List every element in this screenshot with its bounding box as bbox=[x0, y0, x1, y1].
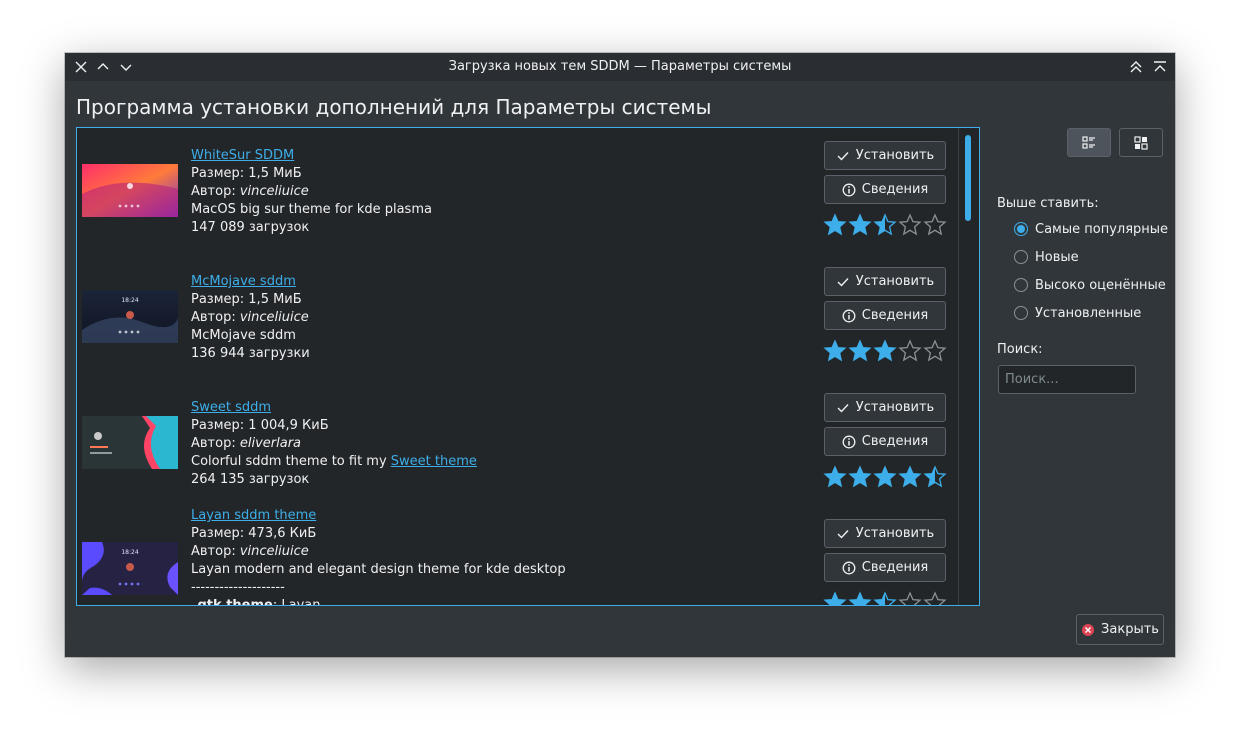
star-filled-icon bbox=[873, 339, 897, 362]
details-button[interactable]: Сведения bbox=[824, 301, 946, 330]
keep-above-icon[interactable] bbox=[1128, 59, 1144, 75]
star-empty-icon bbox=[923, 339, 947, 362]
radio-button[interactable] bbox=[1014, 306, 1028, 320]
info-icon bbox=[842, 309, 856, 322]
addon-extra: _gtk theme: Layan bbox=[191, 598, 321, 606]
details-button[interactable]: Сведения bbox=[824, 553, 946, 582]
install-button[interactable]: Установить bbox=[824, 141, 946, 170]
addon-downloads: 147 089 загрузок bbox=[191, 220, 310, 235]
info-icon bbox=[842, 561, 856, 574]
radio-button[interactable] bbox=[1014, 250, 1028, 264]
star-filled-icon bbox=[873, 465, 897, 488]
info-icon bbox=[842, 435, 856, 448]
window-title: Загрузка новых тем SDDM — Параметры сист… bbox=[448, 59, 792, 74]
star-filled-icon bbox=[848, 213, 872, 236]
addon-size: Размер: 473,6 КиБ bbox=[191, 526, 317, 541]
radio-button[interactable] bbox=[1014, 278, 1028, 292]
check-icon bbox=[837, 277, 849, 287]
sweet-theme-link[interactable]: Sweet theme bbox=[391, 454, 477, 469]
addon-description: McMojave sddm bbox=[191, 328, 296, 343]
details-button[interactable]: Сведения bbox=[824, 175, 946, 204]
star-filled-icon bbox=[898, 465, 922, 488]
addon-title-link[interactable]: Layan sddm theme bbox=[191, 508, 316, 523]
addon-size: Размер: 1,5 МиБ bbox=[191, 292, 302, 307]
title-bar: Загрузка новых тем SDDM — Параметры сист… bbox=[65, 53, 1175, 81]
star-filled-icon bbox=[823, 465, 847, 488]
addon-separator: -------------------- bbox=[191, 580, 285, 595]
install-button[interactable]: Установить bbox=[824, 267, 946, 296]
addon-title-link[interactable]: WhiteSur SDDM bbox=[191, 148, 294, 163]
addon-size: Размер: 1 004,9 КиБ bbox=[191, 418, 329, 433]
close-circle-icon bbox=[1082, 623, 1095, 636]
sort-option-newest[interactable]: Новые bbox=[1014, 248, 1079, 266]
close-button[interactable]: Закрыть bbox=[1076, 614, 1164, 645]
addon-author: Автор: eliverlara bbox=[191, 436, 302, 451]
star-empty-icon bbox=[898, 339, 922, 362]
star-empty-icon bbox=[898, 591, 922, 605]
preview-thumbnail[interactable]: 18:24 bbox=[82, 290, 178, 343]
addon-installer-window: Загрузка новых тем SDDM — Параметры сист… bbox=[65, 53, 1175, 657]
addon-title-link[interactable]: McMojave sddm bbox=[191, 274, 296, 289]
star-filled-icon bbox=[848, 339, 872, 362]
install-button[interactable]: Установить bbox=[824, 519, 946, 548]
radio-button[interactable] bbox=[1014, 222, 1028, 236]
sort-option-installed[interactable]: Установленные bbox=[1014, 304, 1141, 322]
addon-description: MacOS big sur theme for kde plasma bbox=[191, 202, 432, 217]
shade-icon[interactable] bbox=[1152, 59, 1168, 75]
details-button[interactable]: Сведения bbox=[824, 427, 946, 456]
star-filled-icon bbox=[848, 591, 872, 605]
rating-stars[interactable] bbox=[823, 591, 947, 605]
install-button[interactable]: Установить bbox=[824, 393, 946, 422]
list-item: Sweet sddm Размер: 1 004,9 КиБ Автор: el… bbox=[77, 380, 957, 506]
star-filled-icon bbox=[823, 213, 847, 236]
addon-title-link[interactable]: Sweet sddm bbox=[191, 400, 271, 415]
list-item: 18:24 Layan sddm theme Размер: 473,6 КиБ… bbox=[77, 506, 957, 606]
check-icon bbox=[837, 403, 849, 413]
sort-label: Выше ставить: bbox=[997, 196, 1099, 211]
list-item: 18:24 McMojave sddm Размер: 1,5 МиБ Авто… bbox=[77, 254, 957, 380]
star-empty-icon bbox=[923, 213, 947, 236]
list-scrollbar[interactable] bbox=[958, 128, 979, 605]
star-half-icon bbox=[873, 213, 897, 236]
addon-downloads: 264 135 загрузок bbox=[191, 472, 310, 487]
list-view-icon bbox=[1082, 135, 1095, 149]
star-half-icon bbox=[923, 465, 947, 488]
addon-list[interactable]: WhiteSur SDDM Размер: 1,5 МиБ Автор: vin… bbox=[76, 127, 980, 606]
addon-size: Размер: 1,5 МиБ bbox=[191, 166, 302, 181]
search-label: Поиск: bbox=[997, 342, 1043, 357]
list-item: WhiteSur SDDM Размер: 1,5 МиБ Автор: vin… bbox=[77, 128, 957, 254]
rating-stars[interactable] bbox=[823, 213, 947, 237]
scrollbar-thumb[interactable] bbox=[965, 135, 971, 221]
sort-option-top-rated[interactable]: Высоко оценённые bbox=[1014, 276, 1166, 294]
rating-stars[interactable] bbox=[823, 339, 947, 363]
list-view-button[interactable] bbox=[1067, 128, 1111, 157]
check-icon bbox=[837, 529, 849, 539]
grid-view-button[interactable] bbox=[1119, 128, 1163, 157]
addon-author: Автор: vinceliuice bbox=[191, 310, 309, 325]
preview-thumbnail[interactable]: 18:24 bbox=[82, 542, 178, 595]
check-icon bbox=[837, 151, 849, 161]
page-heading: Программа установки дополнений для Парам… bbox=[76, 95, 712, 119]
star-half-icon bbox=[873, 591, 897, 605]
addon-description: Colorful sddm theme to fit my Sweet them… bbox=[191, 454, 477, 469]
addon-description: Layan modern and elegant design theme fo… bbox=[191, 562, 566, 577]
search-input[interactable] bbox=[998, 365, 1136, 394]
addon-author: Автор: vinceliuice bbox=[191, 184, 309, 199]
svg-text:18:24: 18:24 bbox=[121, 297, 138, 304]
star-empty-icon bbox=[923, 591, 947, 605]
sort-option-popular[interactable]: Самые популярные bbox=[1014, 220, 1168, 238]
addon-downloads: 136 944 загрузки bbox=[191, 346, 310, 361]
star-filled-icon bbox=[823, 339, 847, 362]
preview-thumbnail[interactable] bbox=[82, 416, 178, 469]
star-filled-icon bbox=[848, 465, 872, 488]
addon-author: Автор: vinceliuice bbox=[191, 544, 309, 559]
preview-thumbnail[interactable] bbox=[82, 164, 178, 217]
svg-text:18:24: 18:24 bbox=[121, 549, 138, 556]
grid-view-icon bbox=[1134, 135, 1148, 150]
star-filled-icon bbox=[823, 591, 847, 605]
info-icon bbox=[842, 183, 856, 196]
rating-stars[interactable] bbox=[823, 465, 947, 489]
star-empty-icon bbox=[898, 213, 922, 236]
